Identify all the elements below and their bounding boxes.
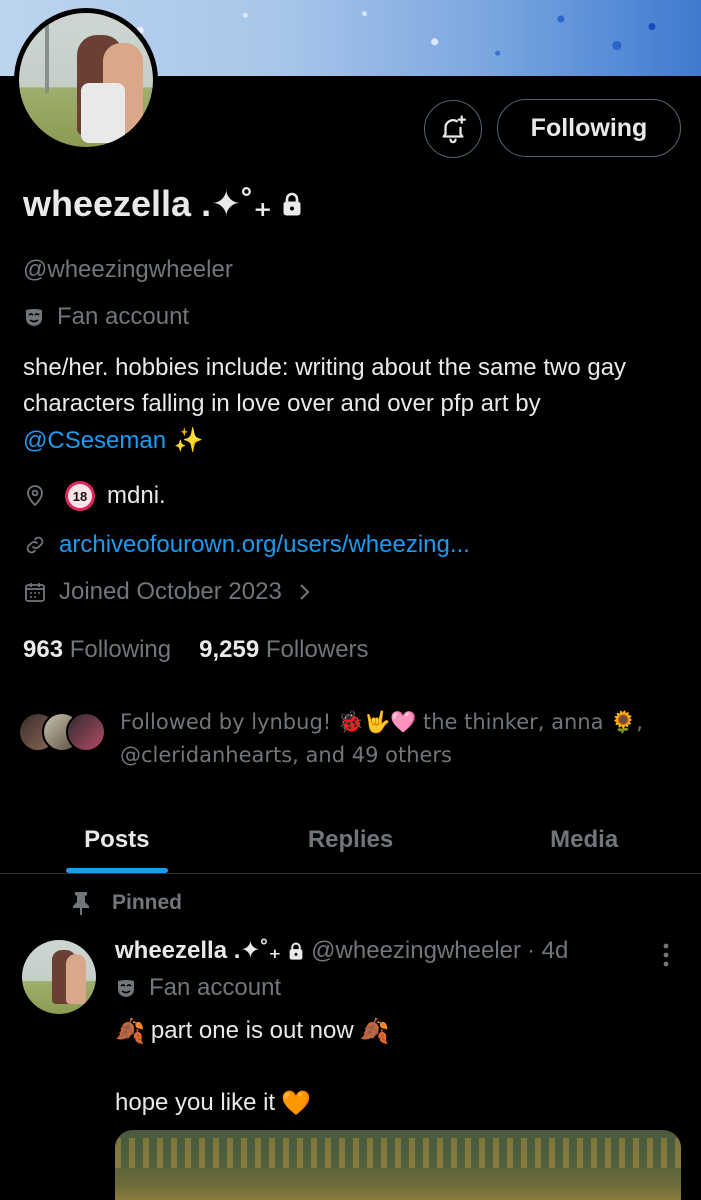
- category-label: Fan account: [57, 303, 190, 330]
- leaf-emoji: 🍂: [359, 1017, 390, 1045]
- location-pin-icon: [27, 485, 43, 507]
- followers-label: Followers: [265, 636, 369, 663]
- followed-by-text: Followed by lynbug! 🐞🤟🩷 the thinker, ann…: [120, 710, 643, 767]
- post-avatar[interactable]: [22, 940, 96, 1014]
- bio-text: she/her. hobbies include: writing about …: [23, 354, 627, 417]
- post-category-label: Fan account: [149, 974, 282, 1001]
- profile-page: Following wheezella .✦˚₊ @wheezingwheele…: [0, 0, 701, 1200]
- location-label: mdni.: [107, 482, 166, 509]
- post-media-image[interactable]: [115, 1130, 681, 1200]
- link-icon: [26, 536, 44, 554]
- following-button[interactable]: Following: [497, 99, 681, 157]
- joined-label: Joined October 2023: [59, 578, 282, 605]
- tab-media[interactable]: Media: [467, 806, 701, 873]
- post-line-2: hope you like it 🧡: [115, 1085, 390, 1121]
- profile-name-row: wheezella .✦˚₊: [23, 183, 304, 225]
- bell-plus-icon: [442, 115, 466, 144]
- display-name: wheezella .✦˚₊: [23, 183, 273, 224]
- profile-bio: she/her. hobbies include: writing about …: [23, 350, 683, 459]
- bio-sparkles: ✨: [166, 426, 204, 454]
- profile-category: Fan account: [23, 303, 189, 331]
- pinned-indicator: Pinned: [70, 890, 182, 916]
- chevron-right-icon: [300, 584, 310, 600]
- followers-count-link[interactable]: 9,259 Followers: [199, 636, 368, 664]
- profile-handle: @wheezingwheeler: [23, 256, 233, 283]
- post-author-name[interactable]: wheezella .✦˚₊: [115, 936, 281, 965]
- following-count-link[interactable]: 963 Following: [23, 636, 171, 664]
- more-vertical-icon[interactable]: [655, 940, 677, 970]
- leaf-emoji: 🍂: [115, 1017, 145, 1045]
- profile-tabs: Posts Replies Media: [0, 806, 701, 874]
- mask-icon: [26, 309, 42, 326]
- profile-website: archiveofourown.org/users/wheezing...: [23, 531, 470, 559]
- followed-by-avatars: [18, 712, 110, 760]
- avatar: [66, 712, 106, 752]
- post-time[interactable]: · 4d: [527, 937, 568, 965]
- website-link[interactable]: archiveofourown.org/users/wheezing...: [59, 531, 470, 559]
- notifications-button[interactable]: [424, 100, 482, 158]
- post-line-1: 🍂 part one is out now 🍂: [115, 1013, 390, 1049]
- bio-mention-link[interactable]: @CSeseman: [23, 427, 166, 454]
- post-author-category: Fan account: [115, 974, 281, 1002]
- profile-joined[interactable]: Joined October 2023: [23, 578, 314, 606]
- profile-location: 18 mdni.: [23, 481, 166, 511]
- tab-replies[interactable]: Replies: [234, 806, 468, 873]
- pinned-label: Pinned: [112, 891, 183, 914]
- calendar-icon: [25, 583, 45, 602]
- following-label: Following: [69, 636, 172, 663]
- no-minors-badge: 18: [65, 481, 95, 511]
- lock-icon: [289, 942, 303, 960]
- profile-avatar[interactable]: [14, 8, 158, 152]
- post-line-1-text: part one is out now: [150, 1017, 354, 1044]
- lock-icon: [283, 192, 301, 216]
- followed-by[interactable]: Followed by lynbug! 🐞🤟🩷 the thinker, ann…: [18, 706, 680, 772]
- post-body: 🍂 part one is out now 🍂 hope you like it…: [115, 1013, 390, 1121]
- following-count: 963: [23, 636, 64, 663]
- follow-counts: 963 Following 9,259 Followers: [23, 636, 369, 664]
- mask-icon: [118, 980, 134, 997]
- pin-icon: [73, 892, 89, 915]
- followers-count: 9,259: [199, 636, 260, 663]
- post-header: wheezella .✦˚₊ @wheezingwheeler · 4d: [115, 936, 568, 965]
- post-author-handle[interactable]: @wheezingwheeler: [311, 937, 521, 965]
- heart-emoji: 🧡: [281, 1089, 311, 1117]
- tab-posts[interactable]: Posts: [0, 806, 234, 873]
- post-line-2-text: hope you like it: [115, 1089, 276, 1116]
